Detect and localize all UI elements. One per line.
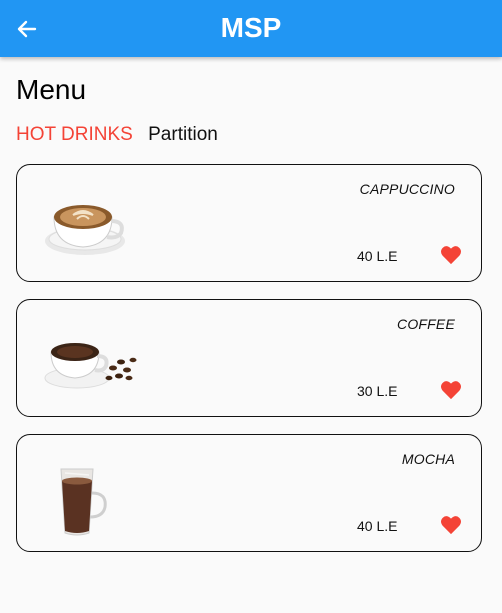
cappuccino-image: [45, 205, 125, 255]
category-row: HOT DRINKS Partition: [16, 124, 218, 146]
menu-item-card[interactable]: MOCHA 40 L.E: [16, 434, 482, 552]
item-name: CAPPUCCINO: [359, 181, 455, 197]
category-hot-drinks[interactable]: HOT DRINKS: [16, 124, 133, 145]
mocha-image: [60, 468, 107, 536]
item-name: COFFEE: [397, 316, 455, 332]
menu-item-card[interactable]: CAPPUCCINO 40 L.E: [16, 164, 482, 282]
item-name: MOCHA: [401, 451, 455, 467]
item-price: 30 L.E: [357, 383, 398, 399]
item-price: 40 L.E: [357, 518, 398, 534]
app-title: MSP: [220, 12, 282, 43]
page-title: Menu: [16, 74, 87, 105]
heart-icon[interactable]: [440, 245, 462, 265]
coffee-image: [44, 343, 137, 389]
heart-icon[interactable]: [440, 515, 462, 535]
app-bar: MSP: [0, 0, 502, 57]
item-price: 40 L.E: [357, 248, 398, 264]
heart-icon[interactable]: [440, 380, 462, 400]
category-partition-label: Partition: [148, 124, 218, 145]
menu-item-card[interactable]: COFFEE 30 L.E: [16, 299, 482, 417]
